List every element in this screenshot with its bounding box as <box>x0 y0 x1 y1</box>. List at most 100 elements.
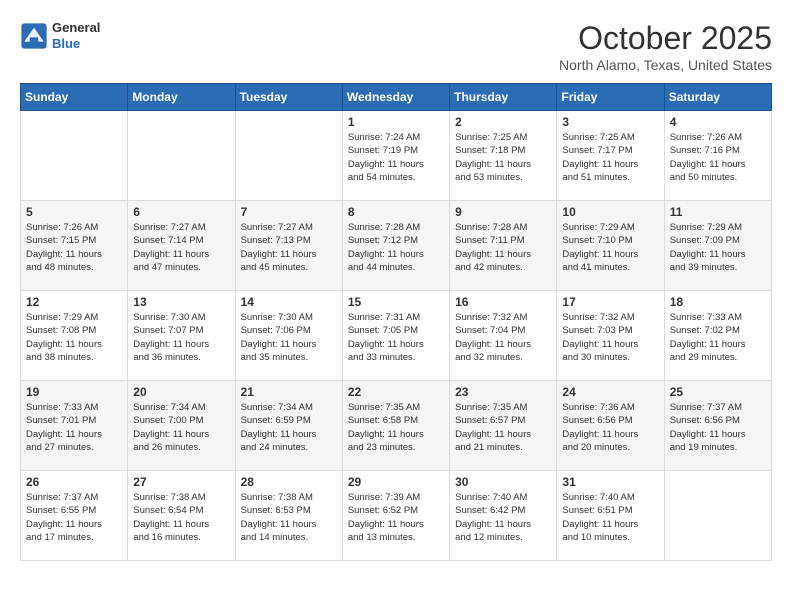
calendar-week-row: 19Sunrise: 7:33 AM Sunset: 7:01 PM Dayli… <box>21 381 772 471</box>
calendar-cell: 22Sunrise: 7:35 AM Sunset: 6:58 PM Dayli… <box>342 381 449 471</box>
calendar-week-row: 26 Sunrise: 7:37 AM Sunset: 6:55 PM Dayli… <box>21 471 772 561</box>
day-info: Sunrise: 7:29 AM Sunset: 7:10 PM Dayligh… <box>562 221 658 274</box>
day-number: 3 <box>562 115 658 129</box>
day-info: Sunrise: 7:37 AM Sunset: 6:55 PM Dayligh… <box>26 491 122 544</box>
calendar-cell: 23 Sunrise: 7:35 AM Sunset: 6:57 PM Dayli… <box>450 381 557 471</box>
calendar-cell: 27 Sunrise: 7:38 AM Sunset: 6:54 PM Dayli… <box>128 471 235 561</box>
day-number: 12 <box>26 295 122 309</box>
day-number: 18 <box>670 295 766 309</box>
day-info: Sunrise: 7:27 AM Sunset: 7:13 PM Dayligh… <box>241 221 337 274</box>
day-number: 2 <box>455 115 551 129</box>
day-info: Sunrise: 7:27 AM Sunset: 7:14 PM Dayligh… <box>133 221 229 274</box>
day-number: 24 <box>562 385 658 399</box>
weekday-header: Thursday <box>450 84 557 111</box>
logo-text: General Blue <box>52 20 100 51</box>
day-info: Sunrise: 7:38 AM Sunset: 6:54 PM Dayligh… <box>133 491 229 544</box>
day-info: Sunrise: 7:35 AM Sunset: 6:57 PM Dayligh… <box>455 401 551 454</box>
calendar-cell: 5Sunrise: 7:26 AM Sunset: 7:15 PM Daylig… <box>21 201 128 291</box>
calendar-cell <box>21 111 128 201</box>
day-info: Sunrise: 7:34 AM Sunset: 6:59 PM Dayligh… <box>241 401 337 454</box>
logo: General Blue <box>20 20 100 51</box>
day-info: Sunrise: 7:33 AM Sunset: 7:02 PM Dayligh… <box>670 311 766 364</box>
day-info: Sunrise: 7:34 AM Sunset: 7:00 PM Dayligh… <box>133 401 229 454</box>
day-info: Sunrise: 7:35 AM Sunset: 6:58 PM Dayligh… <box>348 401 444 454</box>
day-info: Sunrise: 7:40 AM Sunset: 6:42 PM Dayligh… <box>455 491 551 544</box>
weekday-header: Friday <box>557 84 664 111</box>
calendar-cell: 18 Sunrise: 7:33 AM Sunset: 7:02 PM Dayli… <box>664 291 771 381</box>
calendar-cell: 19Sunrise: 7:33 AM Sunset: 7:01 PM Dayli… <box>21 381 128 471</box>
day-info: Sunrise: 7:29 AM Sunset: 7:08 PM Dayligh… <box>26 311 122 364</box>
day-info: Sunrise: 7:29 AM Sunset: 7:09 PM Dayligh… <box>670 221 766 274</box>
day-number: 26 <box>26 475 122 489</box>
day-info: Sunrise: 7:26 AM Sunset: 7:15 PM Dayligh… <box>26 221 122 274</box>
calendar-cell: 4Sunrise: 7:26 AM Sunset: 7:16 PM Daylig… <box>664 111 771 201</box>
calendar-cell: 13 Sunrise: 7:30 AM Sunset: 7:07 PM Dayli… <box>128 291 235 381</box>
day-number: 28 <box>241 475 337 489</box>
day-info: Sunrise: 7:40 AM Sunset: 6:51 PM Dayligh… <box>562 491 658 544</box>
weekday-header: Sunday <box>21 84 128 111</box>
day-number: 13 <box>133 295 229 309</box>
calendar-cell: 21 Sunrise: 7:34 AM Sunset: 6:59 PM Dayli… <box>235 381 342 471</box>
calendar-cell: 14 Sunrise: 7:30 AM Sunset: 7:06 PM Dayli… <box>235 291 342 381</box>
calendar-cell: 1 Sunrise: 7:24 AM Sunset: 7:19 PM Daylig… <box>342 111 449 201</box>
calendar-cell: 6 Sunrise: 7:27 AM Sunset: 7:14 PM Daylig… <box>128 201 235 291</box>
weekday-header: Wednesday <box>342 84 449 111</box>
day-info: Sunrise: 7:31 AM Sunset: 7:05 PM Dayligh… <box>348 311 444 364</box>
calendar-cell: 9 Sunrise: 7:28 AM Sunset: 7:11 PM Daylig… <box>450 201 557 291</box>
day-info: Sunrise: 7:38 AM Sunset: 6:53 PM Dayligh… <box>241 491 337 544</box>
weekday-header: Monday <box>128 84 235 111</box>
day-info: Sunrise: 7:32 AM Sunset: 7:03 PM Dayligh… <box>562 311 658 364</box>
day-number: 14 <box>241 295 337 309</box>
day-info: Sunrise: 7:28 AM Sunset: 7:11 PM Dayligh… <box>455 221 551 274</box>
day-info: Sunrise: 7:39 AM Sunset: 6:52 PM Dayligh… <box>348 491 444 544</box>
day-number: 17 <box>562 295 658 309</box>
calendar-cell: 25 Sunrise: 7:37 AM Sunset: 6:56 PM Dayli… <box>664 381 771 471</box>
day-number: 19 <box>26 385 122 399</box>
location: North Alamo, Texas, United States <box>559 57 772 73</box>
calendar-week-row: 12 Sunrise: 7:29 AM Sunset: 7:08 PM Dayli… <box>21 291 772 381</box>
day-number: 27 <box>133 475 229 489</box>
day-info: Sunrise: 7:30 AM Sunset: 7:06 PM Dayligh… <box>241 311 337 364</box>
day-number: 7 <box>241 205 337 219</box>
day-number: 16 <box>455 295 551 309</box>
calendar-cell: 26 Sunrise: 7:37 AM Sunset: 6:55 PM Dayli… <box>21 471 128 561</box>
day-info: Sunrise: 7:36 AM Sunset: 6:56 PM Dayligh… <box>562 401 658 454</box>
calendar: SundayMondayTuesdayWednesdayThursdayFrid… <box>20 83 772 561</box>
day-info: Sunrise: 7:28 AM Sunset: 7:12 PM Dayligh… <box>348 221 444 274</box>
month-title: October 2025 <box>559 20 772 57</box>
calendar-week-row: 5Sunrise: 7:26 AM Sunset: 7:15 PM Daylig… <box>21 201 772 291</box>
calendar-cell <box>664 471 771 561</box>
day-number: 29 <box>348 475 444 489</box>
day-number: 21 <box>241 385 337 399</box>
calendar-week-row: 1 Sunrise: 7:24 AM Sunset: 7:19 PM Daylig… <box>21 111 772 201</box>
day-info: Sunrise: 7:37 AM Sunset: 6:56 PM Dayligh… <box>670 401 766 454</box>
calendar-cell: 15Sunrise: 7:31 AM Sunset: 7:05 PM Dayli… <box>342 291 449 381</box>
calendar-header-row: SundayMondayTuesdayWednesdayThursdayFrid… <box>21 84 772 111</box>
calendar-cell: 31Sunrise: 7:40 AM Sunset: 6:51 PM Dayli… <box>557 471 664 561</box>
day-number: 20 <box>133 385 229 399</box>
day-number: 1 <box>348 115 444 129</box>
day-info: Sunrise: 7:24 AM Sunset: 7:19 PM Dayligh… <box>348 131 444 184</box>
calendar-cell: 16 Sunrise: 7:32 AM Sunset: 7:04 PM Dayli… <box>450 291 557 381</box>
day-info: Sunrise: 7:32 AM Sunset: 7:04 PM Dayligh… <box>455 311 551 364</box>
calendar-cell: 11Sunrise: 7:29 AM Sunset: 7:09 PM Dayli… <box>664 201 771 291</box>
calendar-cell: 8Sunrise: 7:28 AM Sunset: 7:12 PM Daylig… <box>342 201 449 291</box>
calendar-cell <box>128 111 235 201</box>
day-number: 25 <box>670 385 766 399</box>
day-info: Sunrise: 7:30 AM Sunset: 7:07 PM Dayligh… <box>133 311 229 364</box>
weekday-header: Tuesday <box>235 84 342 111</box>
calendar-cell: 30 Sunrise: 7:40 AM Sunset: 6:42 PM Dayli… <box>450 471 557 561</box>
day-number: 30 <box>455 475 551 489</box>
day-info: Sunrise: 7:25 AM Sunset: 7:17 PM Dayligh… <box>562 131 658 184</box>
title-block: October 2025 North Alamo, Texas, United … <box>559 20 772 73</box>
calendar-cell: 3 Sunrise: 7:25 AM Sunset: 7:17 PM Daylig… <box>557 111 664 201</box>
calendar-cell: 17 Sunrise: 7:32 AM Sunset: 7:03 PM Dayli… <box>557 291 664 381</box>
calendar-cell: 12 Sunrise: 7:29 AM Sunset: 7:08 PM Dayli… <box>21 291 128 381</box>
day-number: 10 <box>562 205 658 219</box>
calendar-cell: 28 Sunrise: 7:38 AM Sunset: 6:53 PM Dayli… <box>235 471 342 561</box>
day-info: Sunrise: 7:25 AM Sunset: 7:18 PM Dayligh… <box>455 131 551 184</box>
day-number: 6 <box>133 205 229 219</box>
calendar-cell: 10 Sunrise: 7:29 AM Sunset: 7:10 PM Dayli… <box>557 201 664 291</box>
day-number: 23 <box>455 385 551 399</box>
day-number: 9 <box>455 205 551 219</box>
